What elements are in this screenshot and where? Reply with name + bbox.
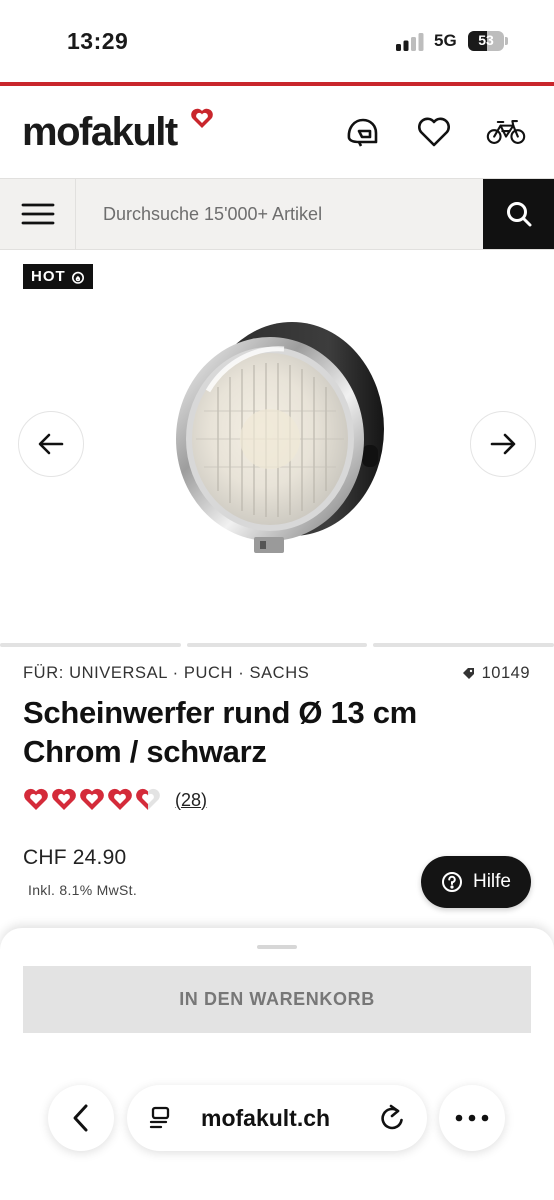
help-label: Hilfe — [472, 871, 511, 892]
gallery-progress — [0, 643, 554, 647]
chevron-left-icon — [73, 1104, 88, 1132]
signal-icon — [396, 33, 424, 51]
hot-badge: HOT — [23, 264, 93, 289]
url-text: mofakult.ch — [201, 1105, 331, 1131]
add-to-cart-button[interactable]: IN DEN WARENKORB — [23, 966, 531, 1033]
question-icon — [441, 872, 462, 892]
gallery-progress-segment[interactable] — [187, 643, 367, 647]
product-sku: 10149 — [462, 664, 530, 683]
browser-more-button[interactable] — [439, 1085, 505, 1151]
page-menu-icon[interactable] — [147, 1104, 175, 1132]
rating-heart-icon — [80, 788, 104, 810]
search-button[interactable] — [483, 179, 554, 249]
search-bar — [0, 178, 554, 250]
hot-badge-label: HOT — [31, 268, 66, 285]
flame-icon — [71, 271, 84, 284]
site-logo[interactable]: mofakult — [22, 108, 213, 155]
rating-heart-icon — [108, 788, 132, 810]
logo-text: mofakult — [22, 110, 178, 154]
product-rating[interactable]: (28) — [23, 788, 207, 812]
bicycle-icon[interactable] — [486, 112, 526, 152]
status-time: 13:29 — [67, 28, 129, 54]
rating-count[interactable]: (28) — [175, 790, 207, 811]
reload-icon[interactable] — [378, 1104, 406, 1132]
battery-icon: 53 — [468, 31, 508, 51]
gallery-progress-segment[interactable] — [373, 643, 554, 647]
help-button[interactable]: Hilfe — [421, 856, 531, 908]
browser-toolbar: mofakult.ch — [0, 1060, 554, 1200]
arrow-left-icon — [38, 433, 64, 455]
browser-back-button[interactable] — [48, 1085, 114, 1151]
vat-note: Inkl. 8.1% MwSt. — [28, 882, 138, 898]
gallery-prev-button[interactable] — [18, 411, 84, 477]
product-title: Scheinwerfer rund Ø 13 cm Chrom / schwar… — [23, 695, 417, 769]
sheet-handle[interactable] — [257, 945, 297, 949]
tag-icon — [462, 668, 474, 679]
hamburger-icon — [21, 203, 54, 225]
search-input[interactable] — [77, 179, 483, 249]
gallery-next-button[interactable] — [470, 411, 536, 477]
search-icon — [506, 202, 531, 227]
arrow-right-icon — [490, 433, 516, 455]
network-type: 5G — [434, 31, 457, 50]
sku-number: 10149 — [481, 664, 530, 682]
logo-heart-icon — [191, 108, 213, 128]
rating-heart-icon — [24, 788, 48, 810]
rating-heart-icon — [52, 788, 76, 810]
rating-half-heart-icon — [136, 788, 160, 810]
product-image-headlight — [176, 322, 384, 553]
address-bar[interactable]: mofakult.ch — [127, 1085, 427, 1151]
gallery-progress-segment[interactable] — [0, 643, 181, 647]
site-header: mofakult — [0, 86, 554, 178]
product-brands[interactable]: FÜR: UNIVERSAL · PUCH · SACHS — [23, 664, 309, 683]
product-gallery: HOT — [0, 251, 554, 643]
product-price: CHF 24.90 — [23, 846, 127, 869]
status-bar: 13:29 5G 53 — [0, 0, 554, 82]
heart-icon[interactable] — [414, 112, 454, 152]
battery-level: 53 — [478, 32, 494, 48]
hamburger-menu-button[interactable] — [0, 179, 76, 249]
helmet-icon[interactable] — [342, 112, 382, 152]
more-dots-icon — [455, 1114, 489, 1122]
